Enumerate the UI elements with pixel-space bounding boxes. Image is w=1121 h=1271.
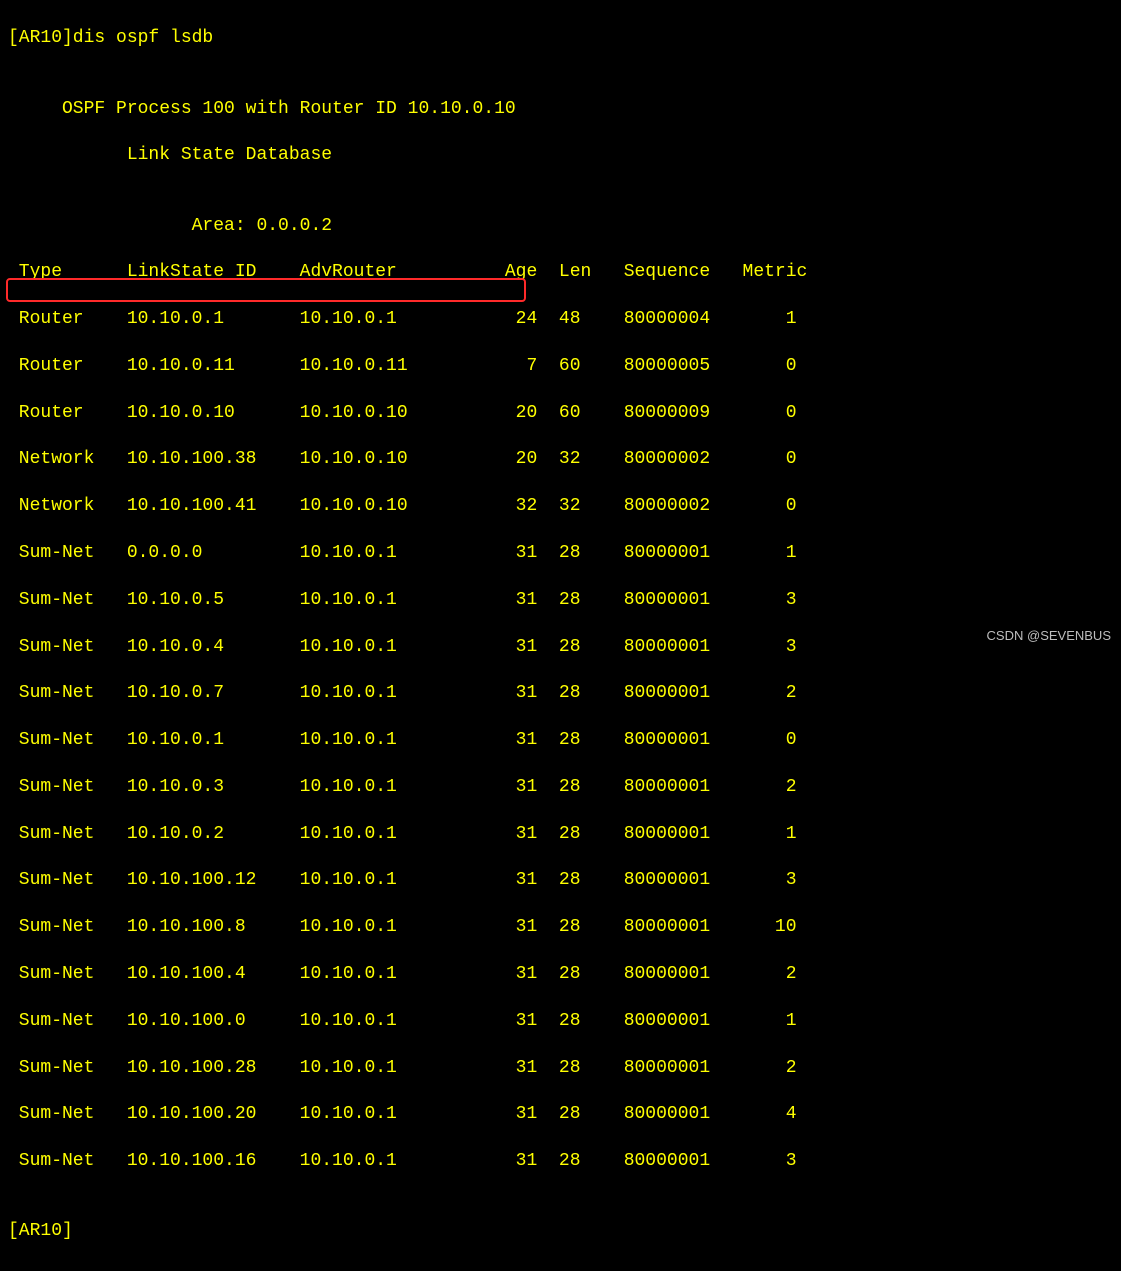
table-column-headers: Type LinkState ID AdvRouter Age Len Sequ…: [8, 261, 1113, 284]
table-row: Sum-Net 10.10.0.2 10.10.0.1 31 28 800000…: [8, 823, 1113, 846]
terminal-output[interactable]: [AR10]dis ospf lsdb OSPF Process 100 wit…: [0, 0, 1121, 1271]
table-row: Network 10.10.100.38 10.10.0.10 20 32 80…: [8, 448, 1113, 471]
table-row: Sum-Net 10.10.100.4 10.10.0.1 31 28 8000…: [8, 963, 1113, 986]
table-row: Router 10.10.0.10 10.10.0.10 20 60 80000…: [8, 402, 1113, 425]
table-row: Router 10.10.0.1 10.10.0.1 24 48 8000000…: [8, 308, 1113, 331]
area-line: Area: 0.0.0.2: [8, 215, 1113, 238]
table-row: Router 10.10.0.11 10.10.0.11 7 60 800000…: [8, 355, 1113, 378]
table-row: Sum-Net 10.10.100.20 10.10.0.1 31 28 800…: [8, 1103, 1113, 1126]
table-row: Sum-Net 10.10.0.1 10.10.0.1 31 28 800000…: [8, 729, 1113, 752]
table-row: Sum-Net 10.10.100.0 10.10.0.1 31 28 8000…: [8, 1010, 1113, 1033]
end-prompt: [AR10]: [8, 1220, 1113, 1243]
table-row: Sum-Net 10.10.0.4 10.10.0.1 31 28 800000…: [8, 636, 1113, 659]
table-row-highlighted: Sum-Net 0.0.0.0 10.10.0.1 31 28 80000001…: [8, 542, 1113, 565]
lsdb-header: Link State Database: [8, 144, 1113, 167]
table-row: Sum-Net 10.10.100.16 10.10.0.1 31 28 800…: [8, 1150, 1113, 1173]
table-row: Sum-Net 10.10.0.3 10.10.0.1 31 28 800000…: [8, 776, 1113, 799]
table-row: Network 10.10.100.41 10.10.0.10 32 32 80…: [8, 495, 1113, 518]
table-row: Sum-Net 10.10.0.7 10.10.0.1 31 28 800000…: [8, 682, 1113, 705]
watermark-text: CSDN @SEVENBUS: [987, 628, 1111, 645]
ospf-process-header: OSPF Process 100 with Router ID 10.10.0.…: [8, 98, 1113, 121]
table-row: Sum-Net 10.10.100.12 10.10.0.1 31 28 800…: [8, 869, 1113, 892]
table-row: Sum-Net 10.10.100.8 10.10.0.1 31 28 8000…: [8, 916, 1113, 939]
table-row: Sum-Net 10.10.100.28 10.10.0.1 31 28 800…: [8, 1057, 1113, 1080]
command-prompt-line: [AR10]dis ospf lsdb: [8, 27, 1113, 50]
table-row: Sum-Net 10.10.0.5 10.10.0.1 31 28 800000…: [8, 589, 1113, 612]
